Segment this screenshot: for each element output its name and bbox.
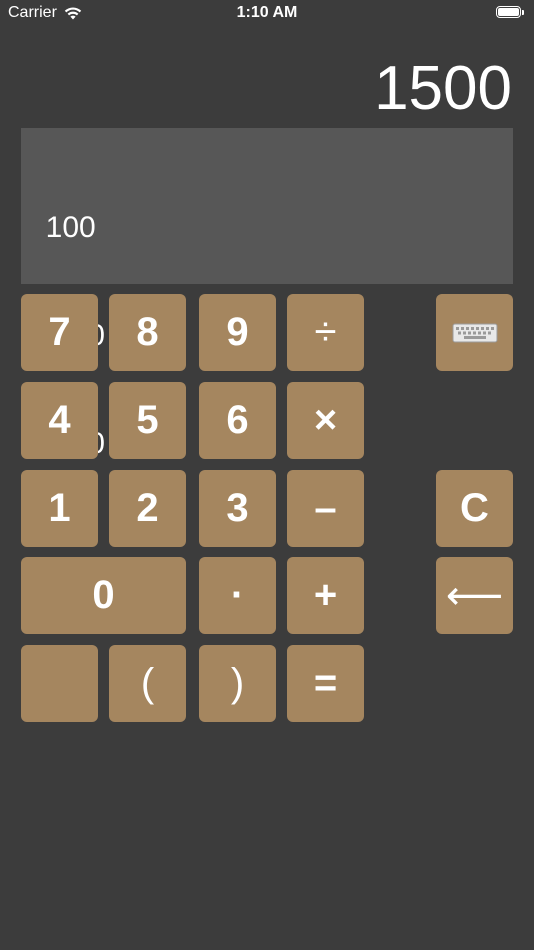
key-9-button[interactable]: 9 [199, 294, 276, 371]
key-label: = [313, 661, 338, 705]
key-label: 7 [48, 310, 71, 354]
key-2-button[interactable]: 2 [109, 470, 186, 547]
close-paren-button[interactable]: ) [199, 645, 276, 722]
plus-button[interactable]: + [287, 557, 364, 634]
key-label: ÷ [314, 310, 337, 354]
key-label: ⟵ [445, 573, 504, 618]
key-8-button[interactable]: 8 [109, 294, 186, 371]
key-label: × [313, 398, 338, 442]
key-label: 2 [136, 486, 159, 530]
decimal-button[interactable]: · [199, 557, 276, 634]
open-paren-button[interactable]: ( [109, 645, 186, 722]
clear-button[interactable]: C [436, 470, 513, 547]
key-label: · [230, 573, 245, 617]
key-label: 6 [226, 398, 249, 442]
key-4-button[interactable]: 4 [21, 382, 98, 459]
key-label: ( [140, 661, 155, 705]
key-label: 8 [136, 310, 159, 354]
blank-button[interactable] [21, 645, 98, 722]
key-label: ) [230, 661, 245, 705]
key-7-button[interactable]: 7 [21, 294, 98, 371]
keyboard-button[interactable] [436, 294, 513, 371]
battery-fill [498, 8, 519, 16]
key-label: 0 [92, 573, 115, 617]
equals-button[interactable]: = [287, 645, 364, 722]
backspace-button[interactable]: ⟵ [436, 557, 513, 634]
key-label: 9 [226, 310, 249, 354]
key-0-button[interactable]: 0 [21, 557, 186, 634]
key-1-button[interactable]: 1 [21, 470, 98, 547]
status-time: 1:10 AM [236, 4, 298, 21]
key-label: C [460, 486, 489, 530]
key-5-button[interactable]: 5 [109, 382, 186, 459]
key-label: 1 [48, 486, 71, 530]
divide-button[interactable]: ÷ [287, 294, 364, 371]
key-6-button[interactable]: 6 [199, 382, 276, 459]
battery-icon [496, 6, 526, 20]
expression-line: 100 [29, 211, 96, 244]
expression-field[interactable]: 100 + 200 + 300 * 4 [21, 128, 513, 460]
key-label: – [314, 486, 337, 530]
key-label: 3 [226, 486, 249, 530]
result-display: 1500 [374, 54, 512, 123]
key-label: 5 [136, 398, 159, 442]
battery-tip [522, 10, 524, 15]
key-label: 4 [48, 398, 71, 442]
status-bar: Carrier 1:10 AM [0, 0, 534, 30]
keyboard-icon [452, 323, 497, 342]
minus-button[interactable]: – [287, 470, 364, 547]
key-3-button[interactable]: 3 [199, 470, 276, 547]
multiply-button[interactable]: × [287, 382, 364, 459]
key-label: + [313, 573, 338, 617]
